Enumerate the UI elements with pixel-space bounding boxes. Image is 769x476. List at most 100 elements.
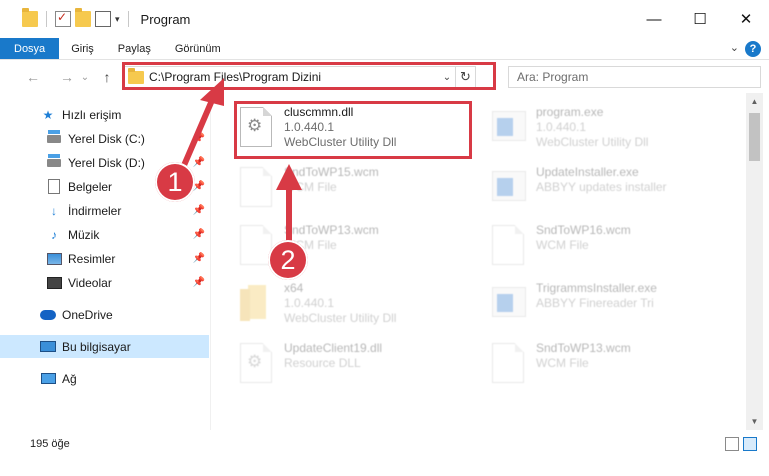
file-type: WCM File: [284, 180, 337, 194]
sidebar-item-label: Müzik: [68, 227, 100, 242]
star-icon: ★: [42, 107, 54, 122]
status-bar: 195 öğe: [0, 432, 769, 456]
pin-icon[interactable]: 📌: [193, 229, 205, 240]
pictures-icon: [46, 252, 62, 265]
file-description: WebCluster Utility Dll: [536, 135, 649, 149]
properties-check-icon[interactable]: [55, 10, 71, 27]
navigation-pane: ★ Hızlı erişim Yerel Disk (C:) 📌 Yerel D…: [0, 100, 210, 430]
file-name: x64: [284, 281, 304, 295]
title-bar: ▾ Program — ☐ ✕: [0, 0, 769, 38]
dll-gear-icon: [240, 343, 272, 383]
pin-icon[interactable]: 📌: [193, 133, 205, 144]
ribbon-tabs: Dosya Giriş Paylaş Görünüm ⌄ ?: [0, 38, 769, 60]
folder-icon: [240, 285, 270, 321]
scroll-down-icon[interactable]: ▼: [746, 413, 763, 430]
exe-icon: [492, 171, 526, 201]
tab-home[interactable]: Giriş: [59, 38, 106, 59]
sidebar-item-pictures[interactable]: Resimler 📌: [0, 247, 209, 270]
file-tile[interactable]: program.exe 1.0.440.1 WebCluster Utility…: [492, 103, 732, 157]
address-highlight: [122, 62, 496, 90]
tab-share[interactable]: Paylaş: [106, 38, 163, 59]
drive-icon: [47, 153, 61, 167]
sidebar-item-quick-access[interactable]: ★ Hızlı erişim: [0, 103, 209, 126]
file-tile[interactable]: SndToWP15.wcm WCM File: [240, 163, 480, 217]
pin-icon[interactable]: 📌: [193, 157, 205, 168]
file-tile[interactable]: SndToWP16.wcm WCM File: [492, 221, 732, 275]
pin-icon[interactable]: 📌: [193, 253, 205, 264]
new-folder-icon[interactable]: [75, 8, 91, 27]
drive-icon: [47, 129, 61, 143]
sidebar-item-music[interactable]: ♪ Müzik 📌: [0, 223, 209, 246]
file-highlight: [234, 101, 472, 159]
pin-icon[interactable]: 📌: [193, 205, 205, 216]
close-button[interactable]: ✕: [723, 0, 769, 38]
minimize-button[interactable]: —: [631, 0, 677, 38]
pane-divider[interactable]: [210, 100, 211, 430]
videos-icon: [46, 276, 62, 289]
file-name: UpdateClient19.dll: [284, 341, 383, 355]
sidebar-item-downloads[interactable]: ↓ İndirmeler 📌: [0, 199, 209, 222]
maximize-button[interactable]: ☐: [677, 0, 723, 38]
file-name: SndToWP13.wcm: [536, 341, 631, 355]
file-tile[interactable]: x64 1.0.440.1 WebCluster Utility Dll: [240, 279, 480, 333]
search-input[interactable]: [517, 70, 760, 84]
forward-button[interactable]: →: [56, 66, 78, 88]
file-tile[interactable]: UpdateInstaller.exe ABBYY updates instal…: [492, 163, 732, 217]
file-icon: [492, 225, 524, 265]
tab-view[interactable]: Görünüm: [163, 38, 233, 59]
file-name: SndToWP15.wcm: [284, 165, 379, 179]
file-name: TrigrammsInstaller.exe: [536, 281, 657, 295]
sidebar-item-this-pc[interactable]: Bu bilgisayar: [0, 335, 209, 358]
file-tile[interactable]: TrigrammsInstaller.exe ABBYY Finereader …: [492, 279, 732, 333]
tab-file[interactable]: Dosya: [0, 38, 60, 59]
help-icon[interactable]: ?: [745, 41, 761, 57]
sidebar-item-label: Yerel Disk (D:): [68, 155, 145, 170]
file-description: ABBYY Finereader Tri: [536, 296, 654, 310]
sidebar-item-label: Ağ: [62, 371, 77, 386]
window-controls: — ☐ ✕: [631, 0, 769, 38]
large-icons-view-icon[interactable]: [743, 437, 757, 451]
file-description: WebCluster Utility Dll: [284, 311, 397, 325]
up-button[interactable]: ↑: [96, 66, 118, 88]
exe-icon: [492, 287, 526, 317]
sidebar-item-label: Resimler: [68, 251, 116, 266]
sidebar-item-local-disk-c[interactable]: Yerel Disk (C:) 📌: [0, 127, 209, 150]
file-tile[interactable]: SndToWP13.wcm WCM File: [492, 339, 732, 393]
expand-ribbon-icon[interactable]: ⌄: [730, 41, 739, 54]
callout-two: 2: [268, 240, 308, 280]
properties-icon[interactable]: [95, 11, 111, 27]
divider: [127, 11, 129, 27]
vertical-scrollbar[interactable]: ▲ ▼: [746, 93, 763, 430]
file-tile[interactable]: UpdateClient19.dll Resource DLL: [240, 339, 480, 393]
folder-icon: [22, 8, 38, 27]
scroll-up-icon[interactable]: ▲: [746, 93, 763, 110]
file-icon: [492, 343, 524, 383]
sidebar-item-label: Belgeler: [68, 179, 113, 194]
view-toggle: [725, 437, 757, 451]
file-version: 1.0.440.1: [284, 296, 335, 310]
recent-locations-dropdown[interactable]: ⌄: [78, 66, 92, 88]
sidebar-item-network[interactable]: Ağ: [0, 367, 209, 390]
pin-icon[interactable]: 📌: [193, 277, 205, 288]
this-pc-icon: [40, 341, 56, 352]
sidebar-item-onedrive[interactable]: OneDrive: [0, 303, 209, 326]
quick-access-toolbar: ▾: [0, 8, 133, 27]
exe-icon: [492, 111, 526, 141]
sidebar-item-videos[interactable]: Videolar 📌: [0, 271, 209, 294]
file-description: ABBYY updates installer: [536, 180, 667, 194]
music-icon: ♪: [51, 227, 57, 242]
customize-qat-dropdown[interactable]: ▾: [115, 14, 120, 25]
details-view-icon[interactable]: [725, 437, 739, 451]
item-count: 195 öğe: [30, 438, 70, 450]
search-box[interactable]: [508, 66, 761, 88]
file-type: WCM File: [536, 356, 589, 370]
sidebar-item-label: Yerel Disk (C:): [68, 131, 145, 146]
file-icon: [240, 167, 272, 207]
back-button[interactable]: ←: [22, 66, 44, 88]
file-name: SndToWP13.wcm: [284, 223, 379, 237]
file-name: SndToWP16.wcm: [536, 223, 631, 237]
sidebar-item-label: Videolar: [68, 275, 112, 290]
documents-icon: [48, 179, 60, 194]
window-title: Program: [140, 11, 191, 27]
scrollbar-thumb[interactable]: [749, 113, 760, 161]
